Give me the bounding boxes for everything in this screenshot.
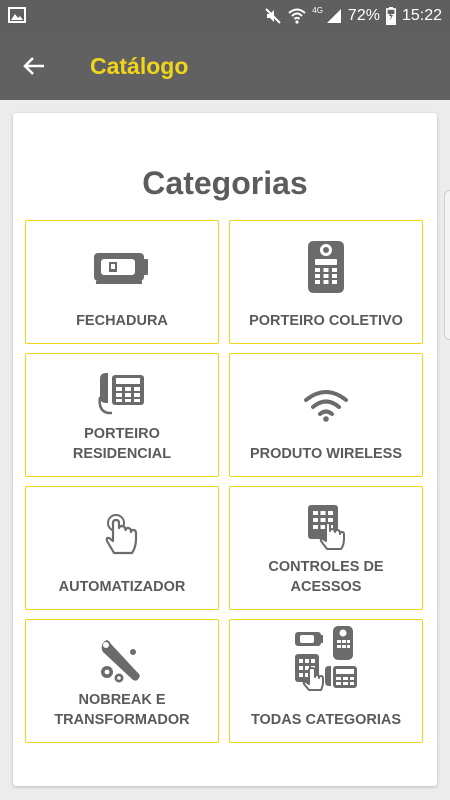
category-label: FECHADURA — [76, 313, 168, 329]
category-tile-controles-de-acessos[interactable]: CONTROLES DE ACESSOS — [229, 486, 423, 610]
categories-card: Categorias FECHADURA PORTEIRO COLETIVO P… — [13, 113, 437, 786]
back-arrow-icon[interactable] — [18, 50, 50, 82]
category-tile-automatizador[interactable]: AUTOMATIZADOR — [25, 486, 219, 610]
gallery-notification-icon — [8, 7, 26, 28]
desk-phone-icon — [26, 360, 218, 424]
touch-hand-icon — [26, 503, 218, 567]
category-label: AUTOMATIZADOR — [58, 579, 186, 595]
status-bar: 4G 72% 15:22 — [0, 0, 450, 32]
all-categories-icon — [230, 626, 422, 691]
clock: 15:22 — [401, 7, 442, 24]
category-tile-nobreak-e-transformador[interactable]: NOBREAK E TRANSFORMADOR — [25, 619, 219, 743]
category-tile-fechadura[interactable]: FECHADURA — [25, 220, 219, 344]
network-type: 4G — [312, 5, 323, 15]
wifi-icon — [230, 374, 422, 438]
keypad-access-icon — [230, 495, 422, 559]
category-tile-porteiro-residencial[interactable]: PORTEIRO RESIDENCIAL — [25, 353, 219, 477]
category-tile-produto-wireless[interactable]: PRODUTO WIRELESS — [229, 353, 423, 477]
category-label: PRODUTO WIRELESS — [250, 446, 402, 462]
battery-percent: 72% — [347, 7, 380, 24]
category-tile-porteiro-coletivo[interactable]: PORTEIRO COLETIVO — [229, 220, 423, 344]
page-title: Catálogo — [90, 53, 189, 79]
category-label: PORTEIRO COLETIVO — [249, 313, 403, 329]
category-label: PORTEIRO RESIDENCIAL — [72, 426, 172, 462]
section-heading: Categorias — [142, 165, 308, 201]
battery-charging-icon — [385, 7, 396, 25]
category-label: CONTROLES DE ACESSOS — [268, 559, 384, 595]
mute-icon — [264, 7, 282, 25]
category-tile-todas-categorias[interactable]: TODAS CATEGORIAS — [229, 619, 423, 743]
door-lock-icon — [26, 235, 218, 299]
intercom-panel-icon — [230, 235, 422, 299]
signal-icon — [326, 8, 342, 24]
category-label: TODAS CATEGORIAS — [250, 712, 402, 728]
side-scroll-handle[interactable] — [444, 190, 450, 340]
category-label: NOBREAK E TRANSFORMADOR — [54, 692, 190, 728]
wifi-status-icon — [288, 8, 306, 24]
app-bar: Catálogo — [0, 32, 450, 100]
wrench-gears-icon — [26, 628, 218, 692]
